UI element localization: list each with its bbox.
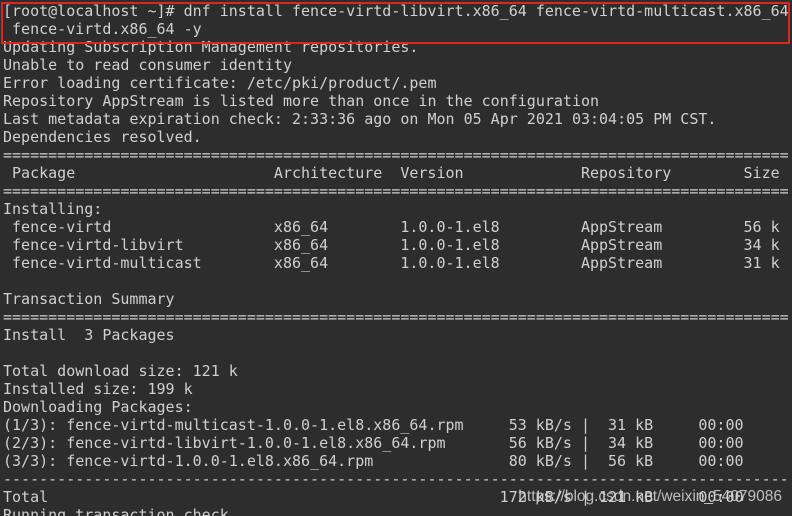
table-row: fence-virtd-multicast x86_64 1.0.0-1.el8… [3,254,789,272]
table-row: fence-virtd-libvirt x86_64 1.0.0-1.el8 A… [3,236,789,254]
terminal-window[interactable]: [root@localhost ~]# dnf install fence-vir… [0,0,792,516]
table-header-row: Package Architecture Version Repository … [3,164,789,182]
package-repository: AppStream [580,254,663,272]
column-header-size: Size [743,164,780,182]
download-rate: 80 kB/s [508,452,572,470]
download-file: (1/3): fence-virtd-multicast-1.0.0-1.el8… [3,416,464,434]
column-header-version: Version [400,164,464,182]
message-consumer-identity: Unable to read consumer identity [3,56,292,74]
package-name: fence-virtd [12,218,112,236]
total-label: Total [3,488,49,506]
download-file: (3/3): fence-virtd-1.0.0-1.el8.x86_64.rp… [3,452,374,470]
download-rate: 53 kB/s [508,416,572,434]
package-version: 1.0.0-1.el8 [400,254,500,272]
download-total-row: Total 172 kB/s | 121 kB 00:00 [3,488,789,506]
downloading-heading: Downloading Packages: [3,398,193,416]
command-text: dnf install fence-virtd-libvirt.x86_64 f… [183,2,789,20]
dash-separator-line: ----------------------------------------… [3,470,789,488]
download-time: 00:00 [698,416,744,434]
package-repository: AppStream [580,218,663,236]
total-rate: 172 kB/s [499,488,572,506]
separator-line: ========================================… [3,146,789,164]
message-repository-duplicate: Repository AppStream is listed more than… [3,92,600,110]
package-size: 34 k [743,236,780,254]
message-dependencies-resolved: Dependencies resolved. [3,128,202,146]
column-header-architecture: Architecture [273,164,383,182]
column-header-repository: Repository [580,164,672,182]
package-name: fence-virtd-multicast [12,254,202,272]
download-time: 00:00 [698,434,744,452]
install-count: Install 3 Packages [3,326,175,344]
command-continuation-line: fence-virtd.x86_64 -y [12,20,202,38]
total-size: 121 kB [599,488,654,506]
running-transaction-line: Running transaction check [3,506,789,516]
table-row: fence-virtd x86_64 1.0.0-1.el8 AppStream… [3,218,789,236]
separator-line: ========================================… [3,308,789,326]
message-certificate-error: Error loading certificate: /etc/pki/prod… [3,74,437,92]
download-time: 00:00 [698,452,744,470]
package-arch: x86_64 [273,254,329,272]
download-row: (2/3): fence-virtd-libvirt-1.0.0-1.el8.x… [3,434,789,452]
package-size: 56 k [743,218,780,236]
download-size: 31 kB [608,416,654,434]
shell-prompt: [root@localhost ~]# [3,2,175,20]
column-divider: | [580,416,590,434]
package-arch: x86_64 [273,236,329,254]
package-name: fence-virtd-libvirt [12,236,184,254]
package-size: 31 k [743,254,780,272]
package-repository: AppStream [580,236,663,254]
download-size: 56 kB [608,452,654,470]
total-time: 00:00 [698,488,744,506]
transaction-summary-title: Transaction Summary [3,290,175,308]
package-version: 1.0.0-1.el8 [400,236,500,254]
terminal-output: [root@localhost ~]# dnf install fence-vir… [3,2,789,516]
command-line: [root@localhost ~]# dnf install fence-vir… [3,2,789,20]
package-arch: x86_64 [273,218,329,236]
download-size: 34 kB [608,434,654,452]
column-divider: | [580,452,590,470]
message-subscription: Updating Subscription Management reposit… [3,38,419,56]
download-rate: 56 kB/s [508,434,572,452]
download-row: (1/3): fence-virtd-multicast-1.0.0-1.el8… [3,416,789,434]
column-header-package: Package [12,164,76,182]
column-divider: | [580,434,590,452]
download-file: (2/3): fence-virtd-libvirt-1.0.0-1.el8.x… [3,434,446,452]
installed-size: Installed size: 199 k [3,380,193,398]
column-divider: | [580,488,590,506]
separator-line: ========================================… [3,182,789,200]
running-transaction-text: Running transaction check [3,506,229,516]
download-row: (3/3): fence-virtd-1.0.0-1.el8.x86_64.rp… [3,452,789,470]
total-download-size: Total download size: 121 k [3,362,238,380]
message-metadata-check: Last metadata expiration check: 2:33:36 … [3,110,717,128]
package-version: 1.0.0-1.el8 [400,218,500,236]
section-installing: Installing: [3,200,103,218]
